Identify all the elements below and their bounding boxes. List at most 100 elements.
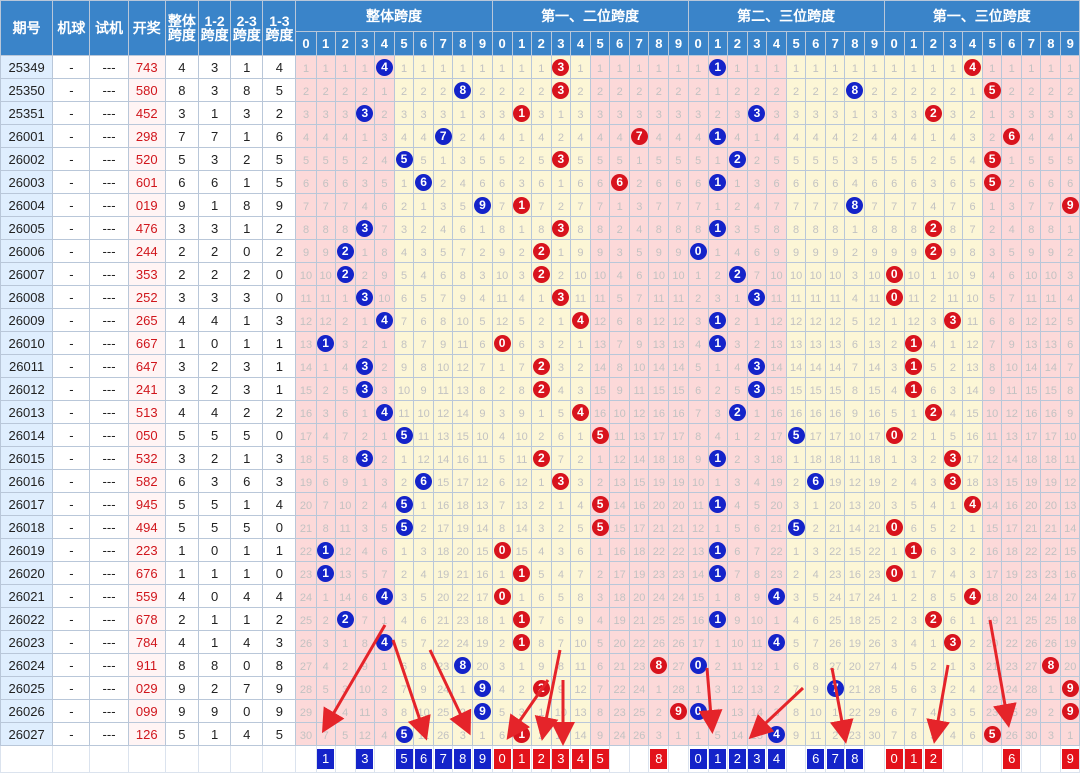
miss-count: 11 bbox=[594, 292, 606, 305]
miss-count: 2 bbox=[557, 200, 564, 213]
span-value-cell: 0 bbox=[262, 561, 297, 585]
miss-count: 13 bbox=[692, 545, 705, 558]
trend-cell: 17 bbox=[1060, 584, 1080, 608]
span-value-cell: 1 bbox=[164, 538, 200, 562]
summary-highlight: 5 bbox=[395, 749, 413, 769]
trend-cell: 5 bbox=[393, 262, 415, 286]
trend-cell: 20 bbox=[609, 630, 631, 654]
miss-count: 2 bbox=[361, 430, 368, 443]
miss-count: 7 bbox=[1028, 200, 1035, 213]
trend-cell: 4 bbox=[295, 124, 317, 148]
trend-cell: 1 bbox=[707, 584, 728, 608]
trend-cell: 19 bbox=[648, 469, 670, 493]
miss-count: 1 bbox=[1067, 62, 1074, 75]
miss-count: 4 bbox=[381, 729, 388, 742]
trend-cell: 2 bbox=[491, 377, 513, 401]
hit-ball: 1 bbox=[709, 610, 727, 628]
trend-cell: 11 bbox=[903, 285, 924, 309]
trend-cell: 20 bbox=[668, 492, 689, 516]
hit-ball: 8 bbox=[454, 656, 472, 674]
trend-cell: 2 bbox=[530, 239, 552, 263]
trend-cell: 28 bbox=[864, 676, 885, 700]
miss-count: 23 bbox=[1005, 660, 1018, 673]
miss-count: 5 bbox=[675, 154, 682, 167]
trend-cell: 13 bbox=[726, 699, 748, 723]
summary-blank-cell bbox=[230, 745, 264, 773]
miss-count: 12 bbox=[339, 545, 352, 558]
trend-cell: 2 bbox=[883, 469, 905, 493]
miss-count: 19 bbox=[1064, 637, 1077, 650]
summary-cell bbox=[334, 745, 356, 773]
trend-cell: 6 bbox=[805, 170, 827, 194]
trend-cell: 12 bbox=[315, 308, 336, 332]
trend-cell: 1 bbox=[903, 55, 924, 79]
table-row: 26017- --- 945 5 5 1 4 20 7 10 2 4 5 1 16 18 13 7 13 2 1 4 5 14… bbox=[0, 492, 1080, 516]
miss-count: 22 bbox=[1044, 545, 1058, 558]
hit-ball: 1 bbox=[905, 334, 923, 352]
miss-count: 18 bbox=[672, 453, 685, 466]
miss-count: 6 bbox=[734, 545, 741, 558]
miss-count: 1 bbox=[891, 545, 898, 558]
miss-count: 18 bbox=[868, 453, 881, 466]
trend-cell: 6 bbox=[805, 469, 827, 493]
miss-count: 7 bbox=[557, 453, 564, 466]
hit-ball: 9 bbox=[473, 679, 491, 697]
hit-ball: 2 bbox=[924, 403, 942, 421]
digit-header: 0 bbox=[687, 31, 709, 56]
trend-cell: 11 bbox=[1040, 285, 1062, 309]
trend-cell: 4 bbox=[569, 124, 592, 148]
miss-count: 2 bbox=[930, 154, 937, 167]
trend-cell: 27 bbox=[1021, 653, 1042, 677]
trend-cell: 2 bbox=[413, 78, 435, 102]
summary-cell bbox=[373, 745, 395, 773]
miss-count: 2 bbox=[1067, 246, 1074, 259]
miss-count: 16 bbox=[868, 407, 881, 420]
miss-count: 17 bbox=[848, 591, 861, 604]
miss-count: 21 bbox=[770, 522, 783, 535]
miss-count: 9 bbox=[636, 338, 643, 351]
trend-cell: 13 bbox=[590, 331, 611, 355]
trend-cell: 5 bbox=[922, 354, 944, 378]
span-value-cell: 2 bbox=[197, 676, 232, 700]
miss-count: 1 bbox=[753, 131, 760, 144]
trend-cell: 2 bbox=[354, 262, 375, 286]
miss-count: 6 bbox=[597, 660, 604, 673]
miss-count: 8 bbox=[655, 223, 662, 236]
miss-count: 26 bbox=[633, 729, 646, 742]
summary-cell: 5 bbox=[590, 745, 611, 773]
trend-cell: 3 bbox=[550, 55, 571, 79]
trend-cell: 4 bbox=[590, 607, 611, 631]
machine-cell: - bbox=[52, 193, 91, 217]
trend-cell: 10 bbox=[315, 262, 336, 286]
trend-cell: 7 bbox=[883, 193, 905, 217]
miss-count: 10 bbox=[946, 269, 960, 282]
miss-count: 26 bbox=[1044, 637, 1058, 650]
span-value-cell: 2 bbox=[197, 377, 232, 401]
miss-count: 9 bbox=[538, 660, 545, 673]
miss-count: 13 bbox=[809, 338, 822, 351]
trend-cell: 6 bbox=[1040, 170, 1062, 194]
miss-count: 3 bbox=[714, 407, 721, 420]
span-value-cell: 3 bbox=[262, 469, 297, 493]
miss-count: 3 bbox=[616, 246, 623, 259]
miss-count: 2 bbox=[871, 85, 878, 98]
trend-cell: 26 bbox=[648, 630, 670, 654]
miss-count: 2 bbox=[518, 683, 525, 696]
trend-cell: 2 bbox=[334, 653, 356, 677]
trend-cell: 4 bbox=[393, 239, 415, 263]
trend-cell: 22 bbox=[1040, 538, 1062, 562]
trend-cell: 14 bbox=[864, 354, 885, 378]
trend-cell: 8 bbox=[530, 216, 552, 240]
miss-count: 17 bbox=[1005, 522, 1018, 535]
trend-cell: 3 bbox=[668, 101, 689, 125]
miss-count: 2 bbox=[440, 85, 447, 98]
span-value-cell: 5 bbox=[262, 722, 297, 746]
miss-count: 2 bbox=[538, 315, 545, 328]
miss-count: 11 bbox=[398, 407, 410, 420]
miss-count: 2 bbox=[499, 85, 506, 98]
trend-cell: 2 bbox=[707, 262, 728, 286]
machine-cell: - bbox=[52, 285, 91, 309]
trend-cell: 1 bbox=[1001, 147, 1023, 171]
digit-header: 1 bbox=[707, 31, 728, 56]
miss-count: 9 bbox=[381, 269, 388, 282]
